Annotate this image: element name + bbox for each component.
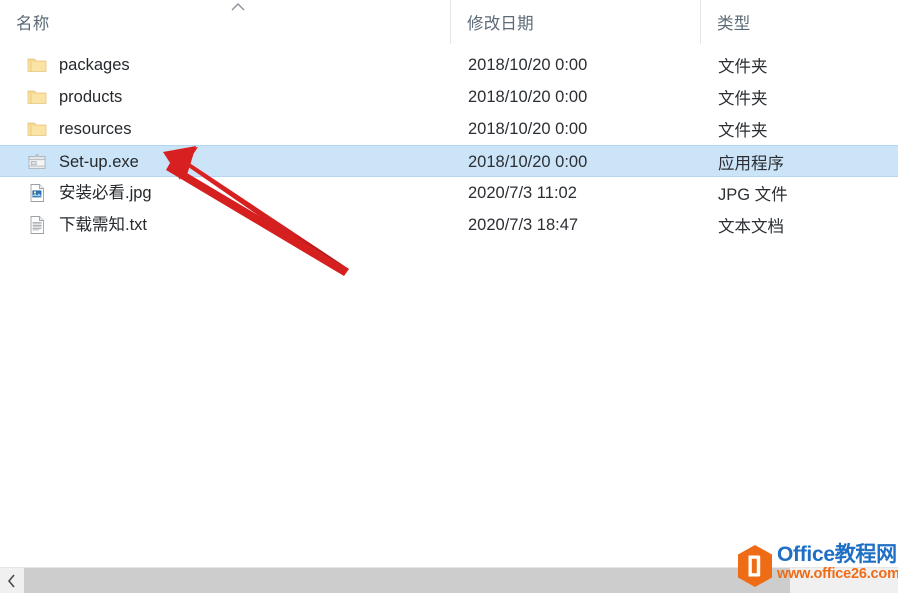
file-date-cell: 2018/10/20 0:00 (468, 152, 588, 171)
folder-icon (26, 86, 48, 108)
file-type-cell: 文本文档 (718, 218, 784, 236)
file-date-cell: 2018/10/20 0:00 (468, 55, 588, 74)
column-header-name-label: 名称 (16, 15, 50, 33)
column-header-name[interactable]: 名称 (0, 0, 450, 44)
watermark-brand-label: Office教程网 (777, 544, 898, 565)
text-document-icon (26, 214, 48, 236)
file-name-label: 安装必看.jpg (59, 183, 152, 202)
file-name-cell[interactable]: 安装必看.jpg (0, 177, 450, 209)
watermark: Office教程网 www.office26.com (735, 544, 898, 588)
watermark-url-label: www.office26.com (777, 566, 898, 582)
watermark-text-block: Office教程网 www.office26.com (777, 544, 898, 582)
column-header-date-label: 修改日期 (467, 15, 534, 33)
watermark-brand-en: Office (777, 543, 835, 566)
folder-icon (26, 118, 48, 140)
file-type-cell: 应用程序 (718, 155, 784, 173)
chevron-left-icon[interactable] (0, 568, 24, 593)
scrollbar-thumb[interactable] (24, 568, 790, 593)
file-type-cell: 文件夹 (718, 122, 768, 140)
office-hexagon-logo-icon (735, 544, 775, 588)
file-name-label: resources (59, 119, 132, 138)
file-date-cell: 2018/10/20 0:00 (468, 119, 588, 138)
column-header-type-label: 类型 (717, 15, 751, 33)
table-row[interactable]: 安装必看.jpg 2020/7/3 11:02 JPG 文件 (0, 177, 898, 209)
file-name-label: 下载需知.txt (59, 215, 148, 234)
column-header-bar: 名称 修改日期 类型 (0, 0, 898, 44)
table-row[interactable]: products 2018/10/20 0:00 文件夹 (0, 81, 898, 113)
file-date-cell: 2018/10/20 0:00 (468, 87, 588, 106)
file-name-label: packages (59, 55, 130, 74)
file-date-cell: 2020/7/3 11:02 (468, 183, 577, 202)
file-type-cell: 文件夹 (718, 58, 768, 76)
file-name-label: Set-up.exe (59, 152, 139, 171)
file-type-cell: JPG 文件 (718, 186, 788, 204)
column-header-type[interactable]: 类型 (700, 0, 898, 44)
folder-icon (26, 54, 48, 76)
file-name-cell[interactable]: products (0, 81, 450, 113)
table-row-selected[interactable]: Set-up.exe 2018/10/20 0:00 应用程序 (0, 145, 898, 177)
file-name-cell[interactable]: 下载需知.txt (0, 209, 450, 241)
column-header-date[interactable]: 修改日期 (450, 0, 700, 44)
file-list: packages 2018/10/20 0:00 文件夹 products 20… (0, 49, 898, 241)
file-type-cell: 文件夹 (718, 90, 768, 108)
installer-exe-icon (26, 151, 48, 173)
file-explorer-window: 名称 修改日期 类型 packages 2018/10/20 0:00 文件夹 … (0, 0, 898, 593)
file-name-cell[interactable]: Set-up.exe (0, 146, 450, 178)
file-date-cell: 2020/7/3 18:47 (468, 215, 579, 234)
watermark-brand-cn: 教程网 (834, 543, 897, 566)
jpg-image-icon (26, 182, 48, 204)
table-row[interactable]: resources 2018/10/20 0:00 文件夹 (0, 113, 898, 145)
file-name-label: products (59, 87, 123, 106)
table-row[interactable]: 下载需知.txt 2020/7/3 18:47 文本文档 (0, 209, 898, 241)
file-name-cell[interactable]: resources (0, 113, 450, 145)
file-name-cell[interactable]: packages (0, 49, 450, 81)
table-row[interactable]: packages 2018/10/20 0:00 文件夹 (0, 49, 898, 81)
